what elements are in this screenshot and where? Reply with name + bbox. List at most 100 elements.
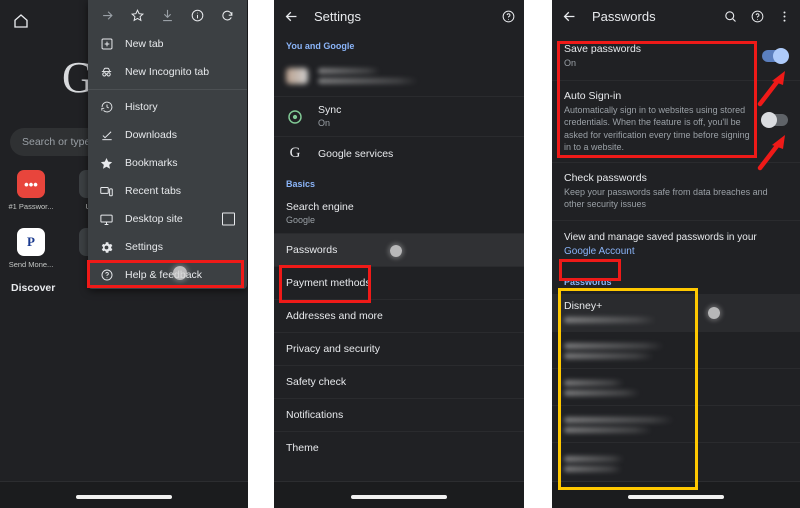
row-save-passwords[interactable]: Save passwords On — [552, 32, 800, 80]
credential-row[interactable] — [552, 441, 800, 479]
credential-site-redacted — [564, 455, 624, 462]
settings-row-notifications[interactable]: Notifications — [274, 398, 524, 431]
settings-app-bar: Settings — [274, 0, 524, 32]
credential-site-redacted — [564, 416, 674, 423]
row-subtitle: Keep your passwords safe from data breac… — [564, 186, 768, 210]
row-title: Safety check — [286, 376, 347, 388]
incognito-icon — [99, 65, 114, 80]
home-icon[interactable] — [12, 12, 30, 30]
menu-item-help-feedback[interactable]: Help & feedback — [88, 261, 247, 289]
back-arrow-icon[interactable] — [282, 7, 300, 25]
credential-username-redacted — [564, 426, 652, 433]
password-manager-icon: ••• — [17, 170, 45, 198]
menu-item-recent-tabs[interactable]: Recent tabs — [88, 177, 247, 205]
menu-item-history[interactable]: History — [88, 93, 247, 121]
bookmarks-star-icon — [99, 156, 114, 171]
settings-gear-icon — [99, 240, 114, 255]
tile-label: Send Mone... — [8, 260, 54, 269]
menu-item-label: Bookmarks — [125, 157, 178, 169]
row-auto-sign-in[interactable]: Auto Sign-in Automatically sign in to we… — [552, 79, 800, 162]
credential-username-redacted — [564, 389, 640, 396]
credential-row[interactable] — [552, 330, 800, 368]
menu-item-label: Desktop site — [125, 213, 183, 225]
history-icon — [99, 100, 114, 115]
credential-username-redacted — [564, 352, 654, 359]
save-passwords-toggle[interactable] — [762, 48, 789, 64]
row-title: Payment methods — [286, 277, 371, 289]
row-check-passwords[interactable]: Check passwords Keep your passwords safe… — [552, 161, 800, 220]
settings-row-theme[interactable]: Theme — [274, 431, 524, 464]
settings-row-addresses-and-more[interactable]: Addresses and more — [274, 299, 524, 332]
touch-indicator — [390, 245, 402, 257]
credential-site: Disney+ — [564, 299, 603, 312]
menu-item-new-tab[interactable]: New tab — [88, 30, 247, 58]
help-circle-icon[interactable] — [500, 8, 516, 24]
menu-item-downloads[interactable]: Downloads — [88, 121, 247, 149]
page-info-icon[interactable] — [190, 7, 206, 23]
more-vertical-icon[interactable] — [776, 8, 792, 24]
menu-item-label: New Incognito tab — [125, 66, 210, 78]
back-arrow-icon[interactable] — [560, 7, 578, 25]
three-panel-screenshot-collage: G Search or type w ••• #1 Passwor... Upw — [0, 0, 800, 508]
auto-signin-toggle[interactable] — [761, 111, 788, 128]
toggle-knob — [761, 111, 777, 128]
downloads-icon — [99, 128, 114, 143]
page-title: Passwords — [592, 8, 656, 24]
reload-icon[interactable] — [220, 7, 236, 23]
search-icon[interactable] — [722, 8, 738, 24]
menu-item-new-incognito-tab[interactable]: New Incognito tab — [88, 58, 247, 86]
menu-item-bookmarks[interactable]: Bookmarks — [88, 149, 247, 177]
account-row[interactable] — [274, 56, 524, 96]
home-indicator — [628, 495, 724, 499]
toggle-knob — [773, 48, 789, 64]
panel-chrome-settings: Settings You and Google Sync On G Google… — [274, 0, 524, 508]
menu-divider — [88, 89, 247, 90]
menu-item-desktop-site[interactable]: Desktop site — [88, 205, 247, 233]
settings-row-privacy-and-security[interactable]: Privacy and security — [274, 332, 524, 365]
menu-item-label: Downloads — [125, 129, 177, 141]
sync-icon — [286, 108, 304, 126]
row-title: Sync — [318, 104, 342, 116]
panel-chrome-new-tab: G Search or type w ••• #1 Passwor... Upw — [0, 0, 248, 508]
manage-passwords-prefix: View and manage saved passwords in your — [564, 231, 757, 243]
shortcut-tile[interactable]: ••• #1 Passwor... — [0, 168, 62, 226]
row-title: Auto Sign-in — [564, 89, 622, 102]
overflow-menu: New tab New Incognito tab History Downlo… — [88, 0, 247, 289]
row-manage-passwords[interactable]: View and manage saved passwords in your … — [552, 219, 800, 268]
settings-row-payment-methods[interactable]: Payment methods — [274, 266, 524, 299]
credential-row-disney-plus[interactable]: Disney+ — [552, 293, 800, 331]
menu-item-settings[interactable]: Settings — [88, 233, 247, 261]
menu-item-label: History — [125, 101, 158, 113]
desktop-site-icon — [99, 212, 114, 227]
forward-icon[interactable] — [99, 7, 115, 23]
row-title: Check passwords — [564, 171, 647, 184]
google-account-link[interactable]: Google Account — [564, 246, 635, 257]
row-title: Search engine — [286, 201, 354, 213]
menu-item-label: Recent tabs — [125, 185, 182, 197]
settings-row-safety-check[interactable]: Safety check — [274, 365, 524, 398]
menu-quick-actions — [88, 0, 247, 30]
credential-username-redacted — [564, 465, 622, 472]
settings-row-search-engine[interactable]: Search engine Google — [274, 194, 524, 233]
shortcut-tile[interactable]: P Send Mone... — [0, 226, 62, 284]
credential-site-redacted — [564, 342, 664, 349]
row-title: Google services — [318, 147, 394, 160]
row-subtitle: On — [564, 58, 577, 68]
section-header-passwords: Passwords — [564, 276, 612, 287]
settings-row-sync[interactable]: Sync On — [274, 96, 524, 136]
bookmark-star-icon[interactable] — [129, 7, 145, 23]
credential-site-redacted — [564, 379, 624, 386]
menu-item-label: Help & feedback — [125, 269, 203, 281]
account-email-redacted — [318, 78, 418, 84]
google-g-icon: G — [289, 145, 301, 161]
row-title: Save passwords — [564, 43, 642, 55]
credential-row[interactable] — [552, 367, 800, 405]
download-icon[interactable] — [159, 7, 175, 23]
menu-item-label: New tab — [125, 38, 164, 50]
help-circle-icon[interactable] — [749, 8, 765, 24]
settings-row-passwords[interactable]: Passwords — [274, 233, 524, 266]
settings-row-google-services[interactable]: G Google services — [274, 136, 524, 170]
desktop-site-checkbox[interactable] — [222, 212, 235, 226]
credential-row[interactable] — [552, 404, 800, 442]
panel-chrome-passwords: Passwords Save passwords On Auto Sign-in… — [552, 0, 800, 508]
